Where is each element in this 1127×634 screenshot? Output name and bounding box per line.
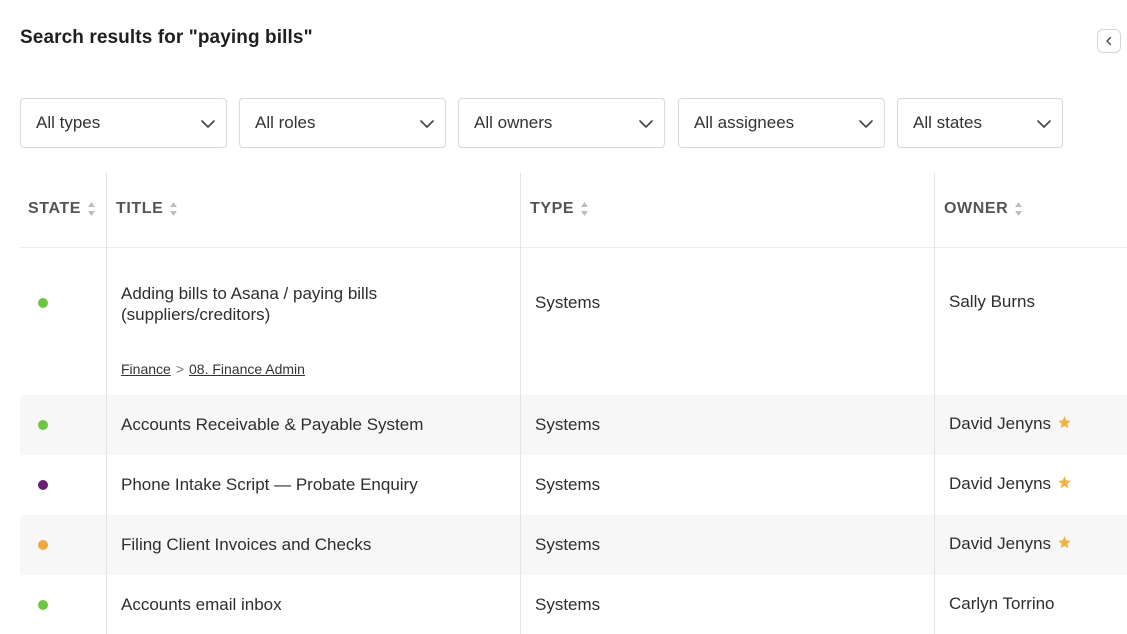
page-title: Search results for "paying bills" [20,27,313,48]
sort-icon [581,202,589,216]
breadcrumb: Finance >08. Finance Admin [121,361,305,377]
row-owner: David Jenyns [949,414,1052,433]
row-title[interactable]: Phone Intake Script — Probate Enquiry [121,475,418,495]
row-title[interactable]: Accounts email inbox [121,595,282,615]
sort-icon [170,202,178,216]
row-title[interactable]: Adding bills to Asana / paying bills (su… [121,283,491,325]
chevron-down-icon [1037,120,1051,128]
filter-roles-select[interactable]: All roles [239,98,446,148]
filter-assignees-select[interactable]: All assignees [678,98,885,148]
row-type: Systems [535,293,601,312]
row-type: Systems [535,535,601,554]
chevron-down-icon [420,120,434,128]
chevron-down-icon [201,120,215,128]
column-header-title[interactable]: TITLE [116,200,178,218]
filter-states-select[interactable]: All states [897,98,1063,148]
column-divider [106,173,107,634]
state-dot [38,540,48,550]
star-icon [1058,476,1071,489]
row-type: Systems [535,475,601,494]
breadcrumb-link-finance[interactable]: Finance [121,361,171,377]
column-header-owner-label: OWNER [944,200,1009,217]
state-dot [38,600,48,610]
star-icon [1058,536,1071,549]
row-owner-cell: David Jenyns [949,474,1072,494]
filter-types-value: All types [36,113,101,132]
state-dot [38,298,48,308]
column-header-owner[interactable]: OWNER [944,200,1023,218]
chevron-down-icon [859,120,873,128]
column-header-type[interactable]: TYPE [530,200,589,218]
breadcrumb-link-finance-admin[interactable]: 08. Finance Admin [189,361,305,377]
sort-icon [1015,202,1023,216]
filter-owners-select[interactable]: All owners [458,98,665,148]
row-owner: David Jenyns [949,534,1052,553]
column-divider [934,173,935,634]
sort-icon [88,202,96,216]
column-divider [520,173,521,634]
chevron-left-icon [1106,36,1112,46]
row-type: Systems [535,415,601,434]
state-dot [38,480,48,490]
table-header: STATE TITLE TYPE OWNER [20,173,1127,248]
collapse-panel-button[interactable] [1097,29,1121,53]
column-header-title-label: TITLE [116,200,164,217]
row-owner-cell: David Jenyns [949,534,1072,554]
star-icon [1058,416,1071,429]
row-owner: Sally Burns [949,292,1035,311]
row-title[interactable]: Accounts Receivable & Payable System [121,415,423,435]
breadcrumb-separator: > [175,361,184,377]
filter-owners-value: All owners [474,113,553,132]
row-type: Systems [535,595,601,614]
filter-states-value: All states [913,113,982,132]
column-header-state[interactable]: STATE [28,200,96,218]
filter-roles-value: All roles [255,113,316,132]
column-header-state-label: STATE [28,200,82,217]
row-owner: Carlyn Torrino [949,594,1055,613]
row-owner: David Jenyns [949,474,1052,493]
row-owner-cell: David Jenyns [949,414,1072,434]
filter-assignees-value: All assignees [694,113,795,132]
column-header-type-label: TYPE [530,200,575,217]
filter-types-select[interactable]: All types [20,98,227,148]
state-dot [38,420,48,430]
row-title[interactable]: Filing Client Invoices and Checks [121,535,371,555]
chevron-down-icon [639,120,653,128]
